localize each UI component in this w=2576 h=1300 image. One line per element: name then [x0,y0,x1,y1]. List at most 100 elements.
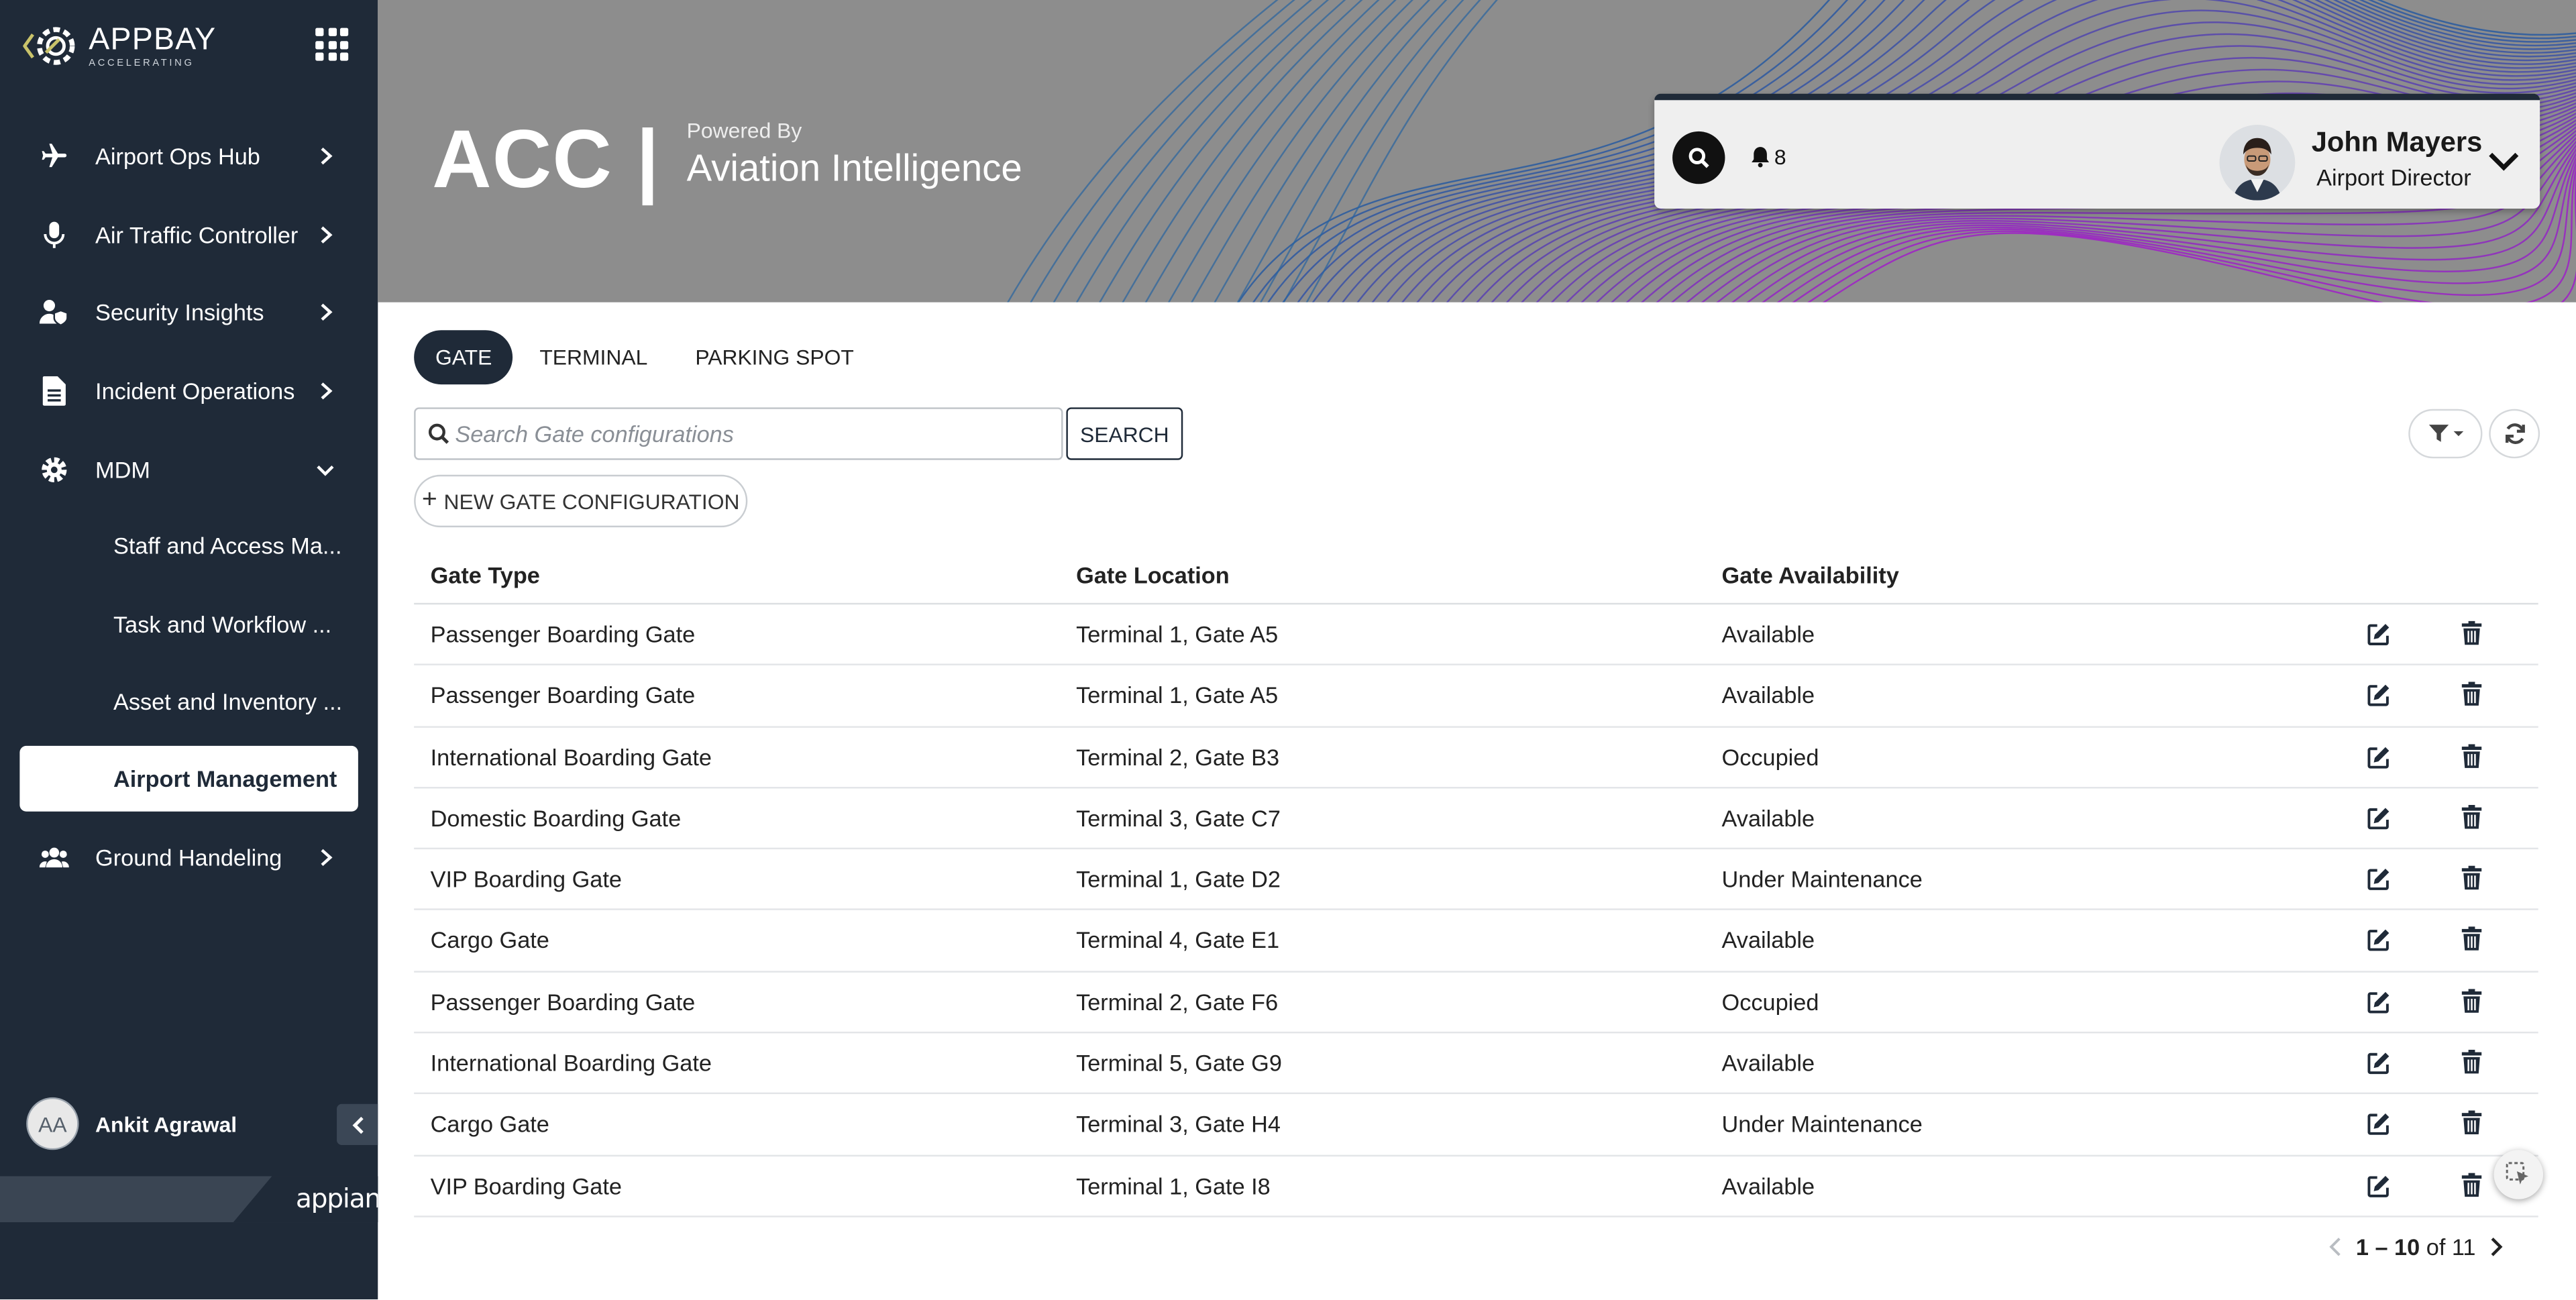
sidebar-subitem-airport-management[interactable]: Airport Management [0,741,378,818]
airplane-icon [40,141,69,170]
edit-icon[interactable] [2367,622,2390,645]
new-gate-configuration-button[interactable]: + NEW GATE CONFIGURATION [414,474,748,528]
cell-gate-availability: Occupied [1721,743,1819,770]
pagination-label: 1 – 10 of 11 [2356,1234,2476,1260]
edit-icon[interactable] [2367,745,2390,768]
cursor-assist-button[interactable] [2493,1150,2544,1199]
chevron-left-icon[interactable] [2326,1236,2346,1258]
sidebar-item-incident-operations[interactable]: Incident Operations [0,351,378,430]
user-shield-icon [39,298,69,327]
sidebar-subitem-task-workflow[interactable]: Task and Workflow ... [0,586,378,663]
appbay-logo[interactable]: APPBAY ACCELERATING [23,16,236,75]
table-row: VIP Boarding Gate Terminal 1, Gate I8 Avai… [414,1156,2538,1217]
app-root: APPBAY ACCELERATING Airport Ops Hub Air … [0,0,2576,1300]
chevron-right-icon [321,225,333,243]
sidebar-subitem-asset-inventory[interactable]: Asset and Inventory ... [0,663,378,741]
column-header-gate-type[interactable]: Gate Type [431,562,540,588]
sidebar-item-ground-handeling[interactable]: Ground Handeling [0,818,378,897]
filter-icon [2428,425,2463,442]
cell-gate-availability: Occupied [1721,988,1819,1015]
edit-icon[interactable] [2367,1113,2390,1136]
plus-icon: + [421,486,437,514]
bell-icon [1752,147,1770,168]
gear-icon [40,454,69,484]
microphone-icon [40,219,69,249]
sidebar-subitem-label: Airport Management [113,765,337,792]
edit-icon[interactable] [2367,806,2390,829]
table-row: Cargo Gate Terminal 3, Gate H4 Under Maint… [414,1095,2538,1156]
profile-avatar[interactable] [2219,125,2296,201]
column-header-gate-location[interactable]: Gate Location [1076,562,1230,588]
trash-icon[interactable] [2461,927,2483,952]
global-search-button[interactable] [1672,131,1725,184]
search-button[interactable]: SEARCH [1066,407,1183,460]
tab-parking-spot[interactable]: PARKING SPOT [674,329,875,384]
trash-icon[interactable] [2461,1050,2483,1075]
cell-gate-availability: Available [1721,1050,1815,1077]
trash-icon[interactable] [2461,866,2483,891]
trash-icon[interactable] [2461,620,2483,646]
sidebar-item-security-insights[interactable]: Security Insights [0,273,378,351]
edit-icon[interactable] [2367,990,2390,1014]
cell-gate-availability: Available [1721,804,1815,831]
table-row: Passenger Boarding Gate Terminal 2, Gate … [414,972,2538,1034]
trash-icon[interactable] [2461,1172,2483,1197]
table-row: Domestic Boarding Gate Terminal 3, Gate C… [414,788,2538,850]
avatar[interactable]: AA [26,1097,79,1150]
sidebar-subitem-staff-access[interactable]: Staff and Access Ma... [0,508,378,586]
page-title: ACC | [432,113,660,206]
app-launcher-grid-icon[interactable] [315,28,350,61]
sidebar: APPBAY ACCELERATING Airport Ops Hub Air … [0,0,378,1300]
cell-gate-type: International Boarding Gate [430,743,712,770]
sidebar-item-label: Ground Handeling [95,844,282,871]
chevron-right-icon [321,849,333,867]
sidebar-item-label: Security Insights [95,299,264,326]
gates-table: Gate Type Gate Location Gate Availabilit… [414,542,2538,1217]
cell-gate-location: Terminal 2, Gate F6 [1076,988,1279,1015]
page-subtitle: Aviation Intelligence [686,146,1022,189]
users-icon [39,843,69,872]
edit-icon[interactable] [2367,1052,2390,1075]
trash-icon[interactable] [2461,743,2483,768]
profile-role: Airport Director [2316,164,2471,191]
chevron-right-icon [321,147,333,164]
pointer-select-icon [2506,1162,2529,1185]
cell-gate-availability: Under Maintenance [1721,866,1923,893]
notifications-button[interactable]: 8 [1752,145,1786,169]
trash-icon[interactable] [2461,1111,2483,1136]
refresh-icon [2504,423,2524,444]
sidebar-subitem-label: Task and Workflow ... [113,610,332,637]
pagination-range: 1 – 10 [2355,1234,2420,1260]
edit-icon[interactable] [2367,684,2390,707]
cell-gate-type: Passenger Boarding Gate [430,988,696,1015]
cell-gate-type: Passenger Boarding Gate [430,620,696,647]
sidebar-item-mdm[interactable]: MDM [0,430,378,508]
edit-icon[interactable] [2367,868,2390,891]
sidebar-item-airport-ops-hub[interactable]: Airport Ops Hub [0,117,378,195]
tab-terminal[interactable]: TERMINAL [519,329,669,384]
trash-icon[interactable] [2461,682,2483,707]
trash-icon[interactable] [2461,988,2483,1014]
chevron-down-icon [317,464,334,476]
cell-gate-type: Cargo Gate [430,1111,549,1138]
cell-gate-type: Cargo Gate [430,927,549,954]
sidebar-item-label: Airport Ops Hub [95,142,260,169]
pagination: 1 – 10 of 11 [2326,1230,2506,1263]
chevron-right-icon[interactable] [2485,1236,2505,1258]
search-input[interactable] [455,409,1055,459]
collapse-sidebar-button[interactable] [337,1103,378,1145]
cell-gate-availability: Available [1721,620,1815,647]
edit-icon[interactable] [2367,1174,2390,1197]
refresh-button[interactable] [2489,409,2540,459]
profile-name: John Mayers [2311,126,2483,158]
chevron-down-icon[interactable] [2485,148,2522,174]
trash-icon[interactable] [2461,804,2483,830]
column-header-gate-availability[interactable]: Gate Availability [1722,562,1899,588]
table-header: Gate Type Gate Location Gate Availabilit… [414,542,2538,605]
sidebar-item-air-traffic-controller[interactable]: Air Traffic Controller [0,195,378,274]
cell-gate-type: Domestic Boarding Gate [430,804,682,831]
edit-icon[interactable] [2367,929,2390,952]
tab-gate[interactable]: GATE [414,329,514,384]
filter-button[interactable] [2408,409,2483,459]
cell-gate-availability: Under Maintenance [1721,1111,1923,1138]
